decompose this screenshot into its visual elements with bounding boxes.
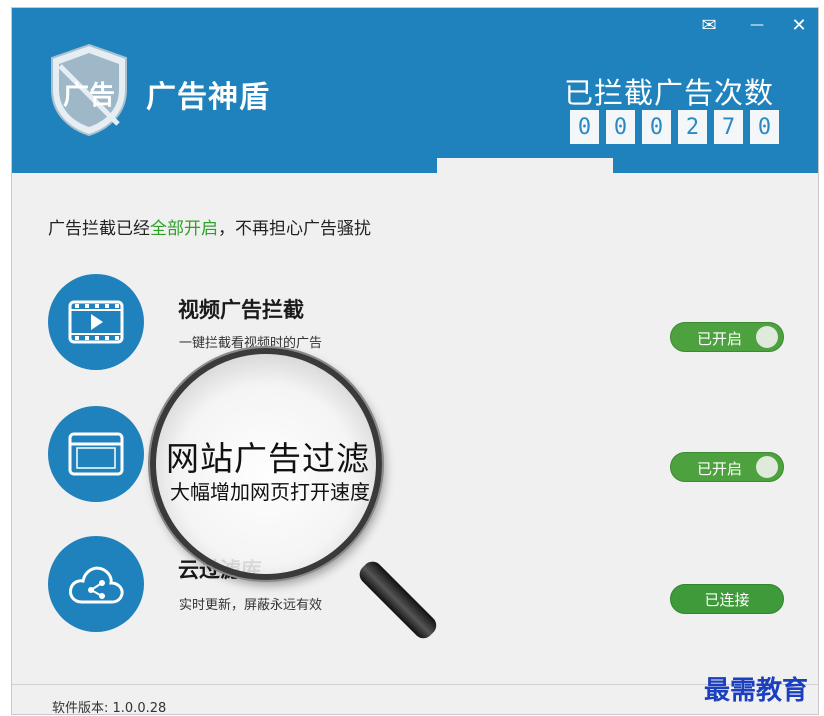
toggle-label: 已开启 xyxy=(697,460,743,478)
status-suffix: ，不再担心广告骚扰 xyxy=(218,219,371,239)
blocked-counter: 0 0 0 2 7 0 xyxy=(570,110,779,144)
app-window: ✉ — ✕ 广告 广告神盾 已拦截广告次数 0 0 0 2 7 0 广告拦截已经… xyxy=(12,8,818,714)
magnifier-handle xyxy=(355,557,441,643)
header-tab-notch xyxy=(437,158,613,173)
blocked-count-label: 已拦截广告次数 xyxy=(564,76,775,110)
footer-divider xyxy=(12,684,818,685)
toggle-label: 已开启 xyxy=(697,330,743,348)
magnified-subtitle: 大幅增加网页打开速度 xyxy=(170,480,370,504)
minimize-button[interactable]: — xyxy=(742,12,772,38)
close-button[interactable]: ✕ xyxy=(784,12,814,38)
video-icon xyxy=(68,300,124,344)
counter-digit: 0 xyxy=(606,110,635,144)
toggle-knob xyxy=(756,326,778,348)
video-icon-circle xyxy=(48,274,144,370)
counter-digit: 0 xyxy=(642,110,671,144)
counter-digit: 0 xyxy=(570,110,599,144)
close-icon: ✕ xyxy=(791,14,807,36)
magnifier-overlay: 网站广告过滤 大幅增加网页打开速度 xyxy=(150,348,441,643)
browser-icon-circle xyxy=(48,406,144,502)
cloud-share-icon xyxy=(69,566,124,604)
logo-text: 广告 xyxy=(63,81,115,111)
magnifier-lens: 网站广告过滤 大幅增加网页打开速度 xyxy=(150,348,382,580)
status-message: 广告拦截已经全部开启，不再担心广告骚扰 xyxy=(48,214,371,239)
version-label: 软件版本: 1.0.0.28 xyxy=(52,701,167,714)
cloud-connect-button[interactable]: 已连接 xyxy=(670,584,784,614)
status-highlight: 全部开启 xyxy=(150,219,218,239)
shield-logo-icon: 广告 xyxy=(51,43,127,137)
minimize-icon: — xyxy=(750,17,764,33)
browser-window-icon xyxy=(68,432,124,476)
watermark-text: 最需教育 xyxy=(704,676,809,706)
mail-icon: ✉ xyxy=(701,14,717,36)
toggle-knob xyxy=(756,456,778,478)
magnified-title: 网站广告过滤 xyxy=(166,439,370,478)
feature-title: 视频广告拦截 xyxy=(178,298,304,322)
video-ad-block-toggle[interactable]: 已开启 xyxy=(670,322,784,352)
counter-digit: 7 xyxy=(714,110,743,144)
cloud-icon-circle xyxy=(48,536,144,632)
feedback-mail-button[interactable]: ✉ xyxy=(694,12,724,38)
web-ad-filter-toggle[interactable]: 已开启 xyxy=(670,452,784,482)
counter-digit: 0 xyxy=(750,110,779,144)
counter-digit: 2 xyxy=(678,110,707,144)
status-prefix: 广告拦截已经 xyxy=(48,219,150,239)
header-banner: ✉ — ✕ 广告 广告神盾 已拦截广告次数 0 0 0 2 7 0 xyxy=(12,8,818,173)
button-label: 已连接 xyxy=(704,590,750,609)
app-title: 广告神盾 xyxy=(146,80,270,115)
